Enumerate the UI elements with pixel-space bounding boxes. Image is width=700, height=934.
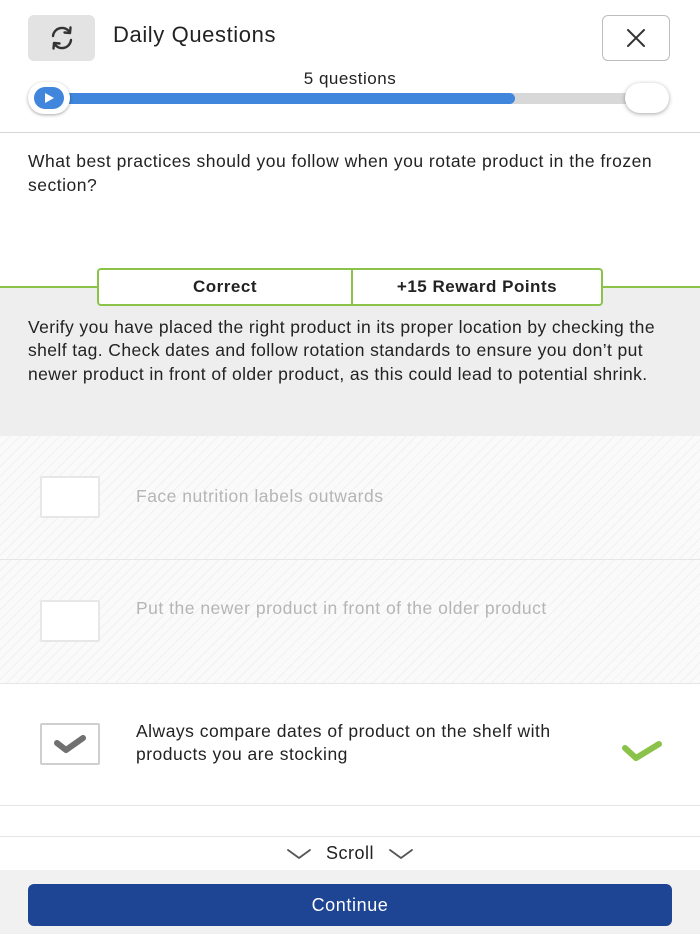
chevron-down-icon — [389, 848, 413, 859]
refresh-icon — [51, 26, 72, 50]
option-checkbox — [40, 600, 100, 642]
scroll-label: Scroll — [325, 843, 374, 863]
option-label: Face nutrition labels outwards — [136, 486, 384, 506]
answer-option-selected[interactable]: Always compare dates of product on the s… — [0, 684, 700, 806]
checkmark-icon — [54, 735, 86, 753]
chevron-down-icon — [287, 848, 311, 859]
progress-end-knob — [625, 83, 669, 113]
feedback-explanation: Verify you have placed the right product… — [28, 317, 655, 384]
answer-option: Put the newer product in front of the ol… — [0, 560, 700, 684]
page-title: Daily Questions — [113, 22, 277, 47]
progress-fill — [44, 93, 515, 104]
continue-button[interactable]: Continue — [28, 884, 672, 926]
option-checkbox — [40, 476, 100, 518]
header-bar: Daily Questions 5 questions — [0, 0, 700, 133]
question-count: 5 questions — [303, 69, 397, 88]
result-status: Correct — [97, 268, 353, 306]
result-tabs: Correct +15 Reward Points — [97, 268, 603, 306]
correct-check-icon — [622, 741, 662, 761]
option-label: Put the newer product in front of the ol… — [136, 598, 547, 618]
feedback-panel: Verify you have placed the right product… — [0, 286, 700, 438]
option-label: Always compare dates of product on the s… — [136, 721, 551, 764]
scroll-indicator[interactable]: Scroll — [0, 836, 700, 870]
progress-start-knob — [28, 82, 70, 114]
close-icon — [627, 29, 645, 47]
question-text: What best practices should you follow wh… — [28, 151, 653, 195]
refresh-button[interactable] — [28, 15, 95, 61]
close-button[interactable] — [602, 15, 670, 61]
play-icon — [45, 93, 54, 103]
reward-points-badge: +15 Reward Points — [353, 268, 603, 306]
footer-bar: Continue — [0, 870, 700, 934]
answer-option: Face nutrition labels outwards — [0, 436, 700, 560]
option-checkbox[interactable] — [40, 723, 100, 765]
